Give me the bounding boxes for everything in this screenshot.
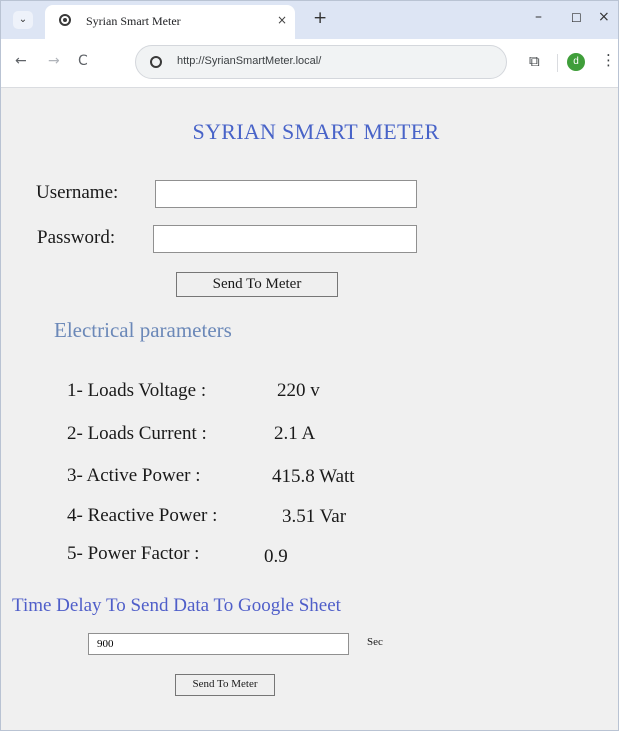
param-value-reactive-power: 3.51 Var <box>282 506 347 527</box>
seconds-unit-label: Sec <box>367 636 383 648</box>
parameters-heading: Electrical parameters <box>54 318 232 342</box>
param-value-current: 2.1 A <box>274 423 316 444</box>
param-value-power-factor: 0.9 <box>264 546 288 567</box>
param-label-current: 2- Loads Current : <box>67 423 207 444</box>
page-title: SYRIAN SMART METER <box>192 119 440 144</box>
new-tab-button[interactable]: + <box>313 8 327 28</box>
address-bar[interactable]: http://SyrianSmartMeter.local/ <box>135 45 507 79</box>
profile-avatar[interactable]: d <box>567 53 585 71</box>
extensions-icon[interactable]: ⧉ <box>529 52 540 70</box>
param-label-power-factor: 5- Power Factor : <box>67 543 200 564</box>
tab-strip: ⌄ Syrian Smart Meter × + – ☐ × <box>1 1 618 39</box>
browser-window: ⌄ Syrian Smart Meter × + – ☐ × ← → C htt… <box>0 0 619 731</box>
back-arrow-icon[interactable]: ← <box>15 53 27 69</box>
param-label-voltage: 1- Loads Voltage : <box>67 380 207 401</box>
tab-title: Syrian Smart Meter <box>86 14 181 28</box>
send-credentials-button[interactable]: Send To Meter <box>176 272 338 297</box>
url-text[interactable]: http://SyrianSmartMeter.local/ <box>177 55 321 67</box>
active-tab[interactable]: Syrian Smart Meter × <box>45 5 295 39</box>
window-close-button[interactable]: × <box>598 9 610 25</box>
password-label: Password: <box>37 227 116 248</box>
username-field[interactable] <box>155 180 417 208</box>
page-content: SYRIAN SMART METER Username: Password: S… <box>1 88 618 730</box>
menu-dots-icon[interactable]: ⋮ <box>601 51 616 69</box>
send-delay-button[interactable]: Send To Meter <box>175 674 275 696</box>
toolbar-divider <box>557 54 558 72</box>
minimize-button[interactable]: – <box>535 9 542 25</box>
password-field[interactable] <box>153 225 417 253</box>
username-label: Username: <box>36 182 119 203</box>
chevron-down-icon: ⌄ <box>18 14 28 25</box>
tab-search-button[interactable]: ⌄ <box>13 11 33 29</box>
site-info-icon[interactable] <box>150 56 162 68</box>
browser-toolbar: ← → C http://SyrianSmartMeter.local/ ⧉ d… <box>1 39 618 88</box>
globe-icon <box>59 14 71 26</box>
param-value-active-power: 415.8 Watt <box>272 466 355 487</box>
time-delay-heading: Time Delay To Send Data To Google Sheet <box>12 595 341 616</box>
delay-input[interactable] <box>88 633 349 655</box>
close-icon[interactable]: × <box>277 13 287 27</box>
param-value-voltage: 220 v <box>277 380 320 401</box>
maximize-button[interactable]: ☐ <box>571 11 582 25</box>
param-label-active-power: 3- Active Power : <box>67 465 201 486</box>
param-label-reactive-power: 4- Reactive Power : <box>67 505 218 526</box>
reload-icon[interactable]: C <box>78 53 88 69</box>
forward-arrow-icon[interactable]: → <box>48 53 60 69</box>
